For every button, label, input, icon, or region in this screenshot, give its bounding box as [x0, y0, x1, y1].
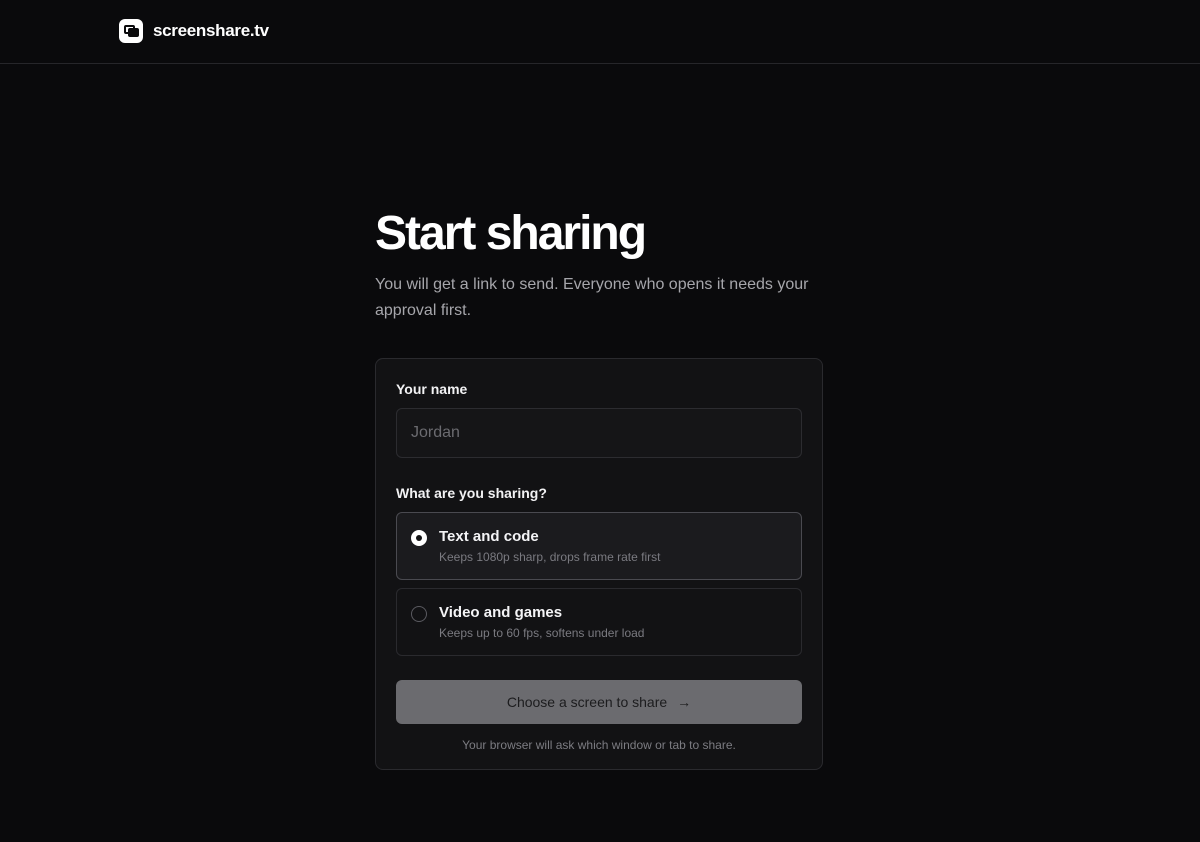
name-input[interactable]: [396, 408, 802, 458]
option-description: Keeps 1080p sharp, drops frame rate firs…: [439, 550, 661, 564]
brand[interactable]: screenshare.tv: [119, 19, 269, 43]
share-form-card: Your name What are you sharing? Text and…: [375, 358, 823, 770]
choose-screen-label: Choose a screen to share: [506, 694, 668, 710]
sharing-options: Text and code Keeps 1080p sharp, drops f…: [396, 512, 802, 656]
option-description: Keeps up to 60 fps, softens under load: [439, 626, 645, 640]
option-video-and-games[interactable]: Video and games Keeps up to 60 fps, soft…: [396, 588, 802, 656]
option-title: Text and code: [439, 528, 539, 545]
browser-hint: Your browser will ask which window or ta…: [462, 738, 736, 752]
option-text-and-code[interactable]: Text and code Keeps 1080p sharp, drops f…: [396, 512, 802, 580]
page-subtitle: You will get a link to send. Everyone wh…: [375, 276, 809, 319]
radio-unselected-icon[interactable]: [411, 606, 427, 622]
name-label: Your name: [396, 381, 468, 397]
brand-name: screenshare.tv: [153, 21, 269, 40]
arrow-right-icon: →: [677, 694, 692, 710]
main-content: Start sharing You will get a link to sen…: [375, 206, 823, 770]
top-bar: screenshare.tv: [0, 0, 1200, 64]
radio-selected-icon[interactable]: [411, 530, 427, 546]
page-title: Start sharing: [375, 207, 647, 260]
screens-logo-icon: [119, 19, 143, 43]
sharing-type-label: What are you sharing?: [396, 485, 547, 501]
option-title: Video and games: [439, 604, 563, 621]
choose-screen-button[interactable]: Choose a screen to share →: [396, 680, 802, 724]
